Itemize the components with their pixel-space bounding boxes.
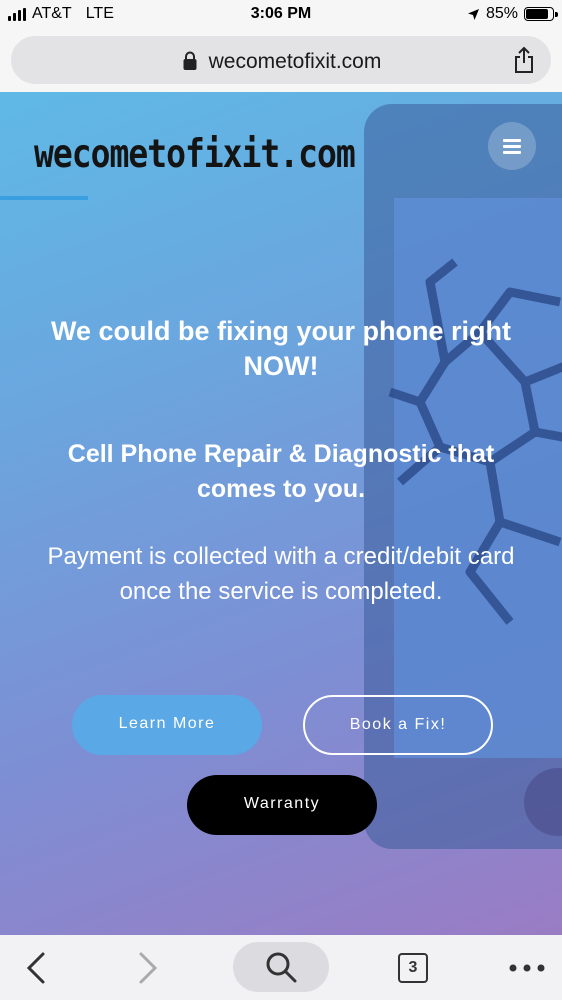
tabs-button[interactable]: 3 <box>393 935 433 1000</box>
search-button[interactable] <box>233 942 329 992</box>
battery-fill <box>526 9 548 19</box>
battery-nub <box>555 12 558 17</box>
tab-count: 3 <box>398 952 428 983</box>
payment-note: Payment is collected with a credit/debit… <box>47 543 515 605</box>
site-logo[interactable]: wecometofixit.com <box>34 130 356 177</box>
hamburger-menu-icon[interactable] <box>488 122 536 170</box>
hero-section: wecometofixit.com We could be fixing you… <box>0 92 562 935</box>
browser-toolbar: 3 <box>0 935 562 1000</box>
battery-percent: 85% <box>485 5 518 22</box>
location-arrow-icon <box>467 8 479 20</box>
chevron-left-icon <box>26 952 45 983</box>
more-dots-icon <box>509 964 545 971</box>
browser-address-area: wecometofixit.com <box>0 30 562 92</box>
search-icon <box>266 952 297 983</box>
warranty-button[interactable]: Warranty <box>187 775 377 835</box>
hero-headline: We could be fixing your phone right NOW! <box>50 316 511 381</box>
book-fix-button[interactable]: Book a Fix! <box>303 695 493 755</box>
url-text: wecometofixit.com <box>208 50 382 73</box>
learn-more-button[interactable]: Learn More <box>72 695 262 755</box>
more-button[interactable] <box>500 935 554 1000</box>
back-button[interactable] <box>14 935 58 1000</box>
logo-accent-line <box>0 196 88 200</box>
chevron-right-icon <box>139 952 158 983</box>
status-bar: AT&T LTE 3:06 PM 85% <box>0 0 562 30</box>
address-bar[interactable]: wecometofixit.com <box>11 36 551 84</box>
hero-subhead: Cell Phone Repair & Diagnostic that come… <box>67 440 495 503</box>
share-icon[interactable] <box>513 46 535 74</box>
status-right-group: 85% <box>467 5 558 23</box>
battery-icon <box>524 7 558 21</box>
forward-button[interactable] <box>126 935 170 1000</box>
